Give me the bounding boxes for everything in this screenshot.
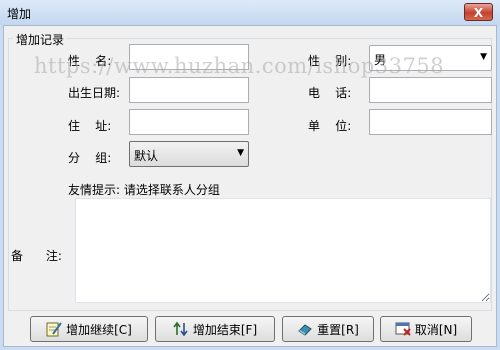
- birthday-input[interactable]: [129, 77, 249, 103]
- add-continue-label: 增加继续[C]: [66, 322, 132, 337]
- phone-input[interactable]: [369, 77, 492, 103]
- cancel-label: 取消[N]: [414, 322, 458, 337]
- remark-textarea[interactable]: [75, 198, 491, 303]
- reset-label: 重置[R]: [317, 322, 359, 337]
- edit-note-icon: [46, 321, 62, 337]
- cancel-window-icon: [395, 321, 411, 337]
- sort-arrows-icon: [173, 321, 189, 337]
- phone-label: 电 话:: [308, 86, 352, 100]
- reset-button[interactable]: 重置[R]: [282, 316, 374, 342]
- gender-select[interactable]: 男 ▼: [369, 45, 492, 71]
- company-label: 单 位:: [308, 119, 352, 133]
- remark-label: 备 注:: [11, 249, 62, 263]
- dialog-client-area: 增加记录 性 名: 性 别: 男 ▼ 出生日期: 电 话: 住 址: 单 位: …: [3, 25, 497, 347]
- window-title: 增加: [7, 7, 32, 21]
- group-title: 增加记录: [13, 31, 68, 48]
- group-select[interactable]: 默认 ▼: [129, 141, 249, 167]
- close-button[interactable]: X: [464, 3, 493, 21]
- hint-text: 友情提示: 请选择联系人分组: [68, 183, 220, 197]
- gender-label: 性 别:: [308, 54, 352, 68]
- name-label: 性 名:: [68, 54, 112, 68]
- chevron-down-icon: ▼: [480, 52, 487, 62]
- group-select-value: 默认: [134, 149, 159, 163]
- address-label: 住 址:: [68, 119, 112, 133]
- address-input[interactable]: [129, 109, 249, 135]
- gender-select-value: 男: [374, 53, 387, 67]
- add-finish-button[interactable]: 增加结束[F]: [155, 316, 275, 342]
- add-finish-label: 增加结束[F]: [192, 322, 258, 337]
- group-select-label: 分 组:: [68, 151, 112, 165]
- title-bar: 增加 X: [0, 0, 500, 25]
- company-input[interactable]: [369, 109, 492, 135]
- name-input[interactable]: [129, 44, 249, 70]
- eraser-icon: [297, 321, 313, 337]
- add-continue-button[interactable]: 增加继续[C]: [30, 316, 148, 342]
- cancel-button[interactable]: 取消[N]: [380, 316, 472, 342]
- birthday-label: 出生日期:: [68, 86, 121, 100]
- chevron-down-icon: ▼: [237, 148, 244, 158]
